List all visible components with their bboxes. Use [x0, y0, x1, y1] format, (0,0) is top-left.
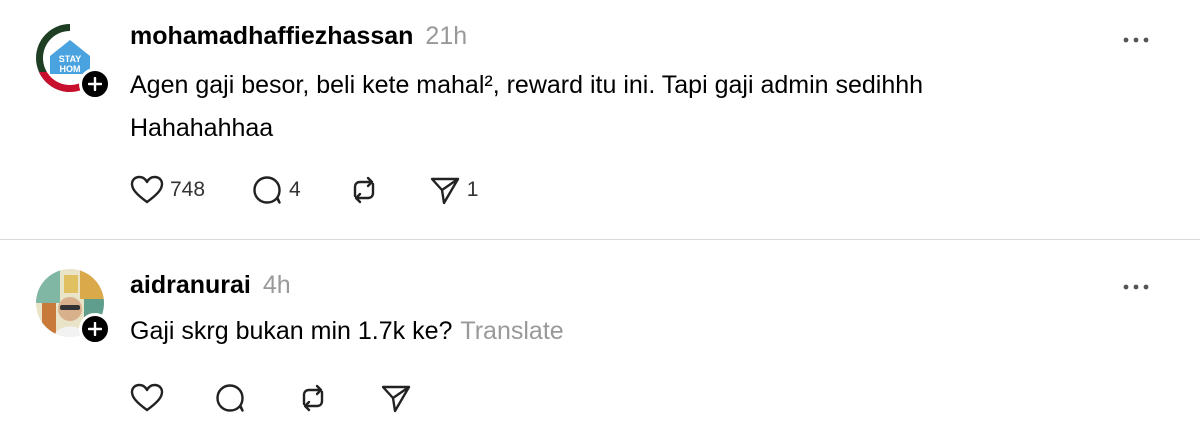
like-button[interactable] — [130, 382, 170, 414]
send-icon — [430, 177, 459, 205]
share-button[interactable]: 1 — [429, 174, 479, 206]
reply-button[interactable] — [214, 382, 252, 414]
like-count: 748 — [170, 178, 206, 201]
send-icon — [381, 385, 411, 413]
more-options-button[interactable] — [1116, 25, 1156, 55]
like-button[interactable]: 748 — [130, 174, 205, 206]
heart-icon — [130, 383, 164, 412]
timestamp[interactable]: 4h — [263, 271, 291, 300]
post-text-content: Gaji skrg bukan min 1.7k ke? — [130, 317, 453, 345]
more-options-icon — [1123, 284, 1149, 290]
post-text-line-2: Hahahahhaa — [130, 114, 274, 142]
avatar-text-2: HOM — [60, 64, 81, 74]
post-header: aidranurai 4h — [130, 271, 291, 300]
timestamp[interactable]: 21h — [425, 22, 467, 51]
action-bar — [130, 382, 418, 414]
translate-link[interactable]: Translate — [460, 317, 563, 345]
username[interactable]: mohamadhaffiezhassan — [130, 22, 413, 51]
plus-icon — [88, 322, 102, 336]
follow-button[interactable] — [79, 68, 111, 100]
action-bar: 748 4 1 — [130, 174, 478, 206]
repost-button[interactable] — [347, 174, 387, 206]
repost-icon — [353, 176, 374, 204]
post-text: Agen gaji besor, beli kete mahal², rewar… — [130, 64, 1130, 150]
avatar-text-1: STAY — [59, 54, 82, 64]
username[interactable]: aidranurai — [130, 271, 251, 300]
post-text: Gaji skrg bukan min 1.7k ke? Translate — [130, 310, 1130, 353]
post-divider — [0, 239, 1200, 240]
reply-count: 4 — [289, 178, 301, 201]
post-2: aidranurai 4h Gaji skrg bukan min 1.7k k… — [0, 241, 1200, 435]
share-button[interactable] — [380, 382, 418, 414]
comment-icon — [253, 176, 281, 204]
share-count: 1 — [466, 178, 479, 201]
follow-button[interactable] — [79, 313, 111, 345]
post-header: mohamadhaffiezhassan 21h — [130, 22, 467, 51]
comment-icon — [216, 384, 244, 412]
more-options-button[interactable] — [1116, 272, 1156, 302]
more-options-icon — [1123, 37, 1149, 43]
post-text-line-1: Agen gaji besor, beli kete mahal², rewar… — [130, 71, 924, 99]
reply-button[interactable]: 4 — [251, 174, 301, 206]
post-1: STAY HOM mohamadhaffiezhassan 21h Agen g… — [0, 0, 1200, 240]
repost-icon — [302, 384, 324, 412]
repost-button[interactable] — [296, 382, 336, 414]
heart-icon — [130, 175, 164, 204]
plus-icon — [88, 77, 102, 91]
